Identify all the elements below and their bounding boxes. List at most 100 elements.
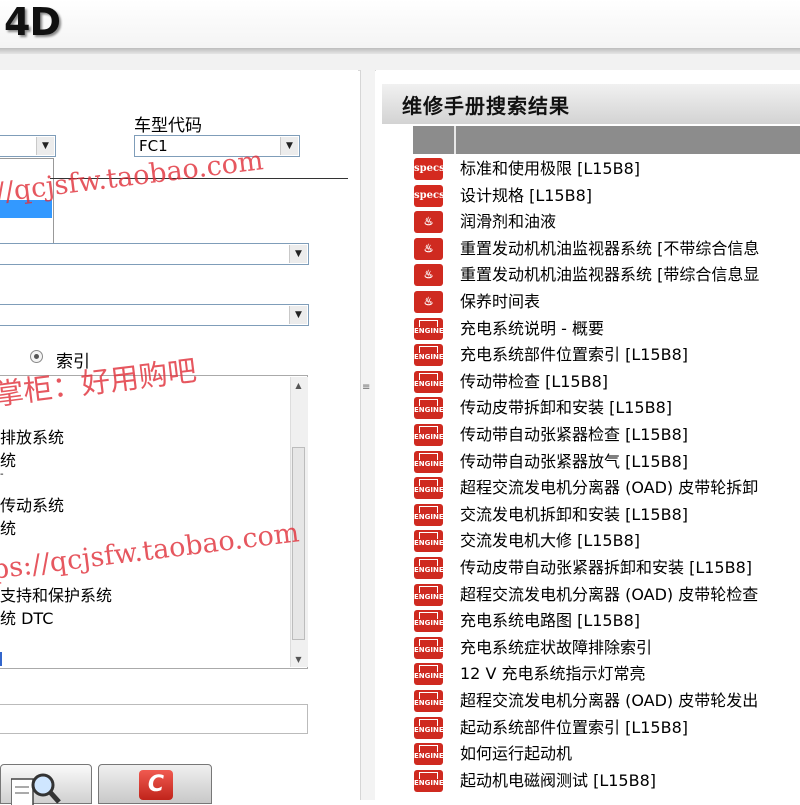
model-code-label: 车型代码	[134, 116, 202, 136]
specs-icon: specs	[414, 184, 443, 207]
result-row[interactable]: specs 标准和使用极限 [L15B8]	[413, 156, 800, 183]
toolbar-band	[0, 54, 800, 71]
tree-item[interactable]: 排放系统	[0, 424, 64, 448]
clear-button[interactable]: C	[98, 764, 212, 804]
result-label[interactable]: 起动机电磁阀测试 [L15B8]	[460, 770, 656, 792]
panel-splitter[interactable]	[360, 70, 375, 800]
result-label[interactable]: 传动皮带自动张紧器拆卸和安装 [L15B8]	[460, 557, 752, 579]
chevron-down-icon[interactable]: ▼	[280, 137, 298, 155]
oil-can-icon: ♨	[414, 237, 443, 260]
result-row[interactable]: ENGINE 如何运行起动机	[413, 741, 800, 768]
result-label[interactable]: 12 V 充电系统指示灯常亮	[460, 663, 645, 685]
results-table-header	[413, 126, 800, 154]
splitter-grip-icon[interactable]: ≡	[362, 382, 370, 393]
results-title: 维修手册搜索结果	[402, 94, 570, 118]
result-label[interactable]: 标准和使用极限 [L15B8]	[460, 158, 640, 180]
result-label[interactable]: 重置发动机机油监视器系统 [不带综合信息	[460, 238, 759, 260]
tree-item[interactable]: 统	[0, 515, 16, 539]
result-label[interactable]: 充电系统电路图 [L15B8]	[460, 610, 640, 632]
result-row[interactable]: ♨ 润滑剂和油液	[413, 209, 800, 236]
result-row[interactable]: ENGINE 充电系统说明 - 概要	[413, 316, 800, 343]
result-row[interactable]: ENGINE 传动带检查 [L15B8]	[413, 369, 800, 396]
result-label[interactable]: 传动带自动张紧器放气 [L15B8]	[460, 451, 688, 473]
chevron-down-icon[interactable]: ▼	[289, 306, 307, 324]
model-year-select[interactable]: ▼	[0, 135, 56, 157]
app-logo: 4D	[4, 0, 61, 44]
result-row[interactable]: ENGINE 交流发电机拆卸和安装 [L15B8]	[413, 502, 800, 529]
search-button[interactable]	[0, 764, 92, 805]
result-row[interactable]: ENGINE 传动皮带自动张紧器拆卸和安装 [L15B8]	[413, 555, 800, 582]
result-row[interactable]: ENGINE 起动机电磁阀测试 [L15B8]	[413, 768, 800, 795]
result-row[interactable]: ENGINE 超程交流发电机分离器 (OAD) 皮带轮检查	[413, 582, 800, 609]
index-radio[interactable]	[30, 350, 43, 363]
engine-icon: ENGINE	[414, 610, 443, 633]
result-label[interactable]: 超程交流发电机分离器 (OAD) 皮带轮检查	[460, 584, 758, 606]
result-label[interactable]: 起动系统部件位置索引 [L15B8]	[460, 717, 688, 739]
scroll-down-icon[interactable]: ▼	[290, 652, 307, 668]
engine-icon: ENGINE	[414, 424, 443, 446]
result-label[interactable]: 传动带检查 [L15B8]	[460, 371, 608, 393]
result-row[interactable]: ENGINE 超程交流发电机分离器 (OAD) 皮带轮发出	[413, 688, 800, 715]
result-row[interactable]: ENGINE 起动系统部件位置索引 [L15B8]	[413, 715, 800, 742]
engine-icon: ENGINE	[414, 583, 443, 606]
result-row[interactable]: ♨ 重置发动机机油监视器系统 [带综合信息显	[413, 262, 800, 289]
engine-icon: ENGINE	[414, 344, 443, 367]
result-row[interactable]: ♨ 重置发动机机油监视器系统 [不带综合信息	[413, 236, 800, 263]
tree-item[interactable]: 统 DTC	[0, 605, 53, 629]
oil-can-icon: ♨	[414, 291, 443, 313]
oil-can-icon: ♨	[414, 264, 443, 287]
specs-icon: specs	[414, 158, 443, 180]
result-label[interactable]: 交流发电机大修 [L15B8]	[460, 530, 640, 552]
result-label[interactable]: 超程交流发电机分离器 (OAD) 皮带轮拆卸	[460, 477, 758, 499]
result-row[interactable]: ENGINE 传动带自动张紧器检查 [L15B8]	[413, 422, 800, 449]
result-row[interactable]: ENGINE 充电系统电路图 [L15B8]	[413, 608, 800, 635]
result-label[interactable]: 交流发电机拆卸和安装 [L15B8]	[460, 504, 688, 526]
result-row[interactable]: ♨ 保养时间表	[413, 289, 800, 316]
result-label[interactable]: 充电系统说明 - 概要	[460, 318, 604, 340]
app-header	[0, 0, 800, 48]
engine-icon: ENGINE	[414, 557, 443, 579]
result-label[interactable]: 充电系统部件位置索引 [L15B8]	[460, 344, 688, 366]
chevron-down-icon[interactable]: ▼	[36, 137, 54, 155]
result-label[interactable]: 润滑剂和油液	[460, 211, 556, 233]
engine-icon: ENGINE	[414, 663, 443, 686]
result-row[interactable]: ENGINE 充电系统症状故障排除索引	[413, 635, 800, 662]
clear-icon: C	[139, 770, 173, 800]
keyword-input[interactable]	[0, 704, 308, 734]
result-row[interactable]: ENGINE 传动皮带拆卸和安装 [L15B8]	[413, 395, 800, 422]
system-select[interactable]: ▼	[0, 243, 309, 265]
result-label[interactable]: 充电系统症状故障排除索引	[460, 637, 652, 659]
result-label[interactable]: 超程交流发电机分离器 (OAD) 皮带轮发出	[460, 690, 758, 712]
engine-icon: ENGINE	[414, 450, 443, 473]
tree-item[interactable]: 传动系统	[0, 492, 64, 516]
result-row[interactable]: ENGINE 超程交流发电机分离器 (OAD) 皮带轮拆卸	[413, 475, 800, 502]
column-divider[interactable]	[454, 126, 456, 154]
result-row[interactable]: ENGINE 传动带自动张紧器放气 [L15B8]	[413, 449, 800, 476]
engine-icon: ENGINE	[414, 743, 443, 766]
engine-icon: ENGINE	[414, 636, 443, 659]
result-label[interactable]: 保养时间表	[460, 291, 540, 313]
engine-icon: ENGINE	[414, 397, 443, 420]
result-label[interactable]: 传动皮带拆卸和安装 [L15B8]	[460, 397, 672, 419]
engine-icon: ENGINE	[414, 317, 443, 340]
tree-item[interactable]: -	[0, 469, 4, 480]
engine-icon: ENGINE	[414, 477, 443, 500]
tree-selection-marker	[0, 652, 2, 666]
tree-item[interactable]: 支持和保护系统	[0, 582, 112, 606]
chevron-down-icon[interactable]: ▼	[289, 245, 307, 263]
scroll-up-icon[interactable]: ▲	[290, 378, 307, 394]
results-list[interactable]: specs 标准和使用极限 [L15B8] specs 设计规格 [L15B8] ♨ 润滑…	[413, 156, 800, 800]
result-label[interactable]: 设计规格 [L15B8]	[460, 185, 592, 207]
result-label[interactable]: 传动带自动张紧器检查 [L15B8]	[460, 424, 688, 446]
engine-icon: ENGINE	[414, 716, 443, 739]
engine-icon: ENGINE	[414, 690, 443, 712]
result-row[interactable]: ENGINE 交流发电机大修 [L15B8]	[413, 528, 800, 555]
result-row[interactable]: ENGINE 12 V 充电系统指示灯常亮	[413, 661, 800, 688]
result-label[interactable]: 如何运行起动机	[460, 743, 572, 765]
subsystem-select[interactable]: ▼	[0, 304, 309, 326]
tree-item[interactable]: 统	[0, 447, 16, 471]
result-row[interactable]: ENGINE 充电系统部件位置索引 [L15B8]	[413, 342, 800, 369]
engine-icon: ENGINE	[414, 530, 443, 553]
result-label[interactable]: 重置发动机机油监视器系统 [带综合信息显	[460, 264, 759, 286]
result-row[interactable]: specs 设计规格 [L15B8]	[413, 183, 800, 210]
